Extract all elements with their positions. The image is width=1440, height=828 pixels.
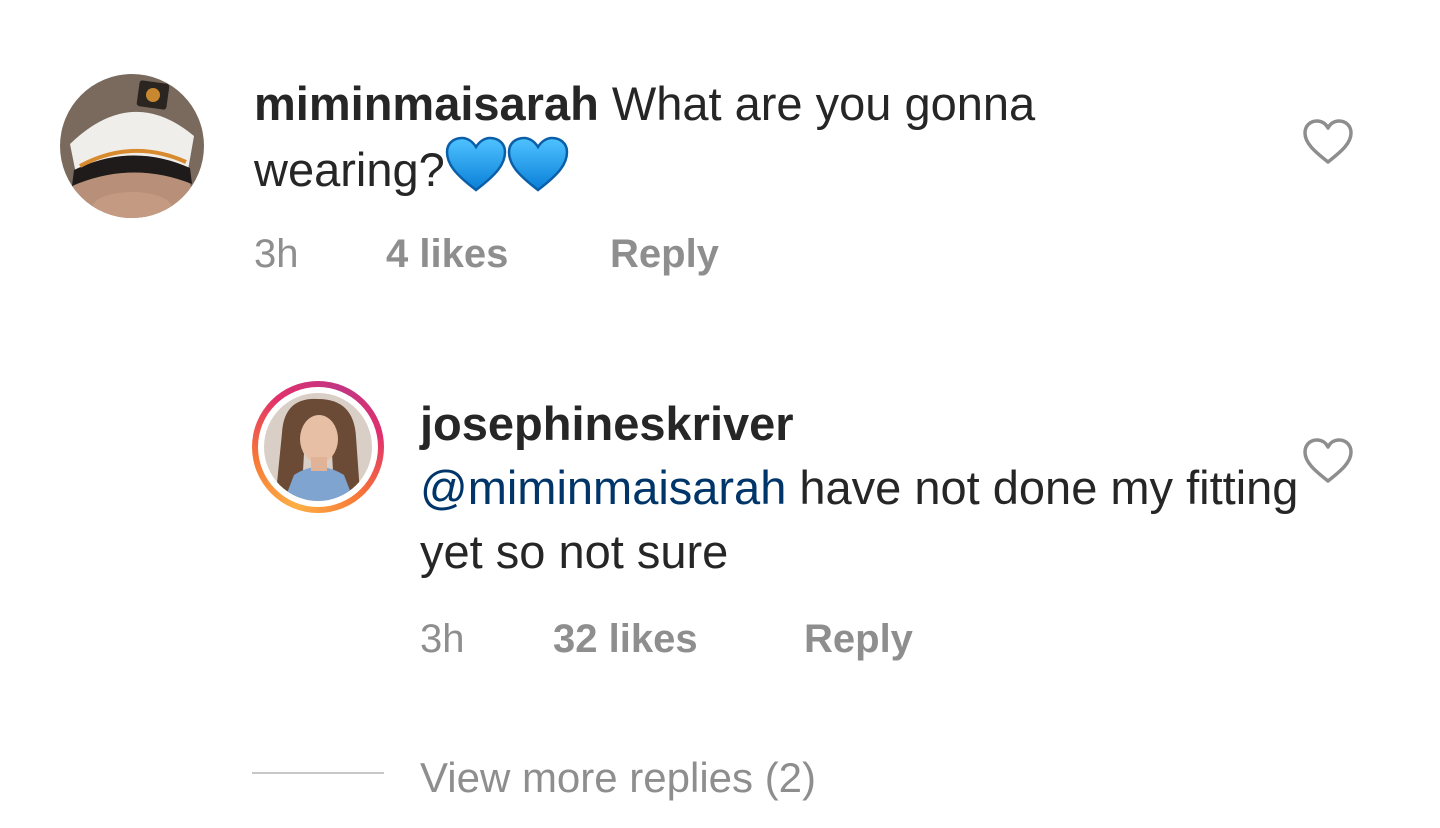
divider-line xyxy=(252,772,384,774)
reply-text: @miminmaisarah have not done my fitting … xyxy=(420,456,1300,584)
story-ring[interactable] xyxy=(252,381,384,513)
comment-likes[interactable]: 4 likes xyxy=(386,229,508,279)
reply-button[interactable]: Reply xyxy=(804,614,913,664)
comment-text: miminmaisarah What are you gonna wearing… xyxy=(254,72,1234,202)
avatar[interactable] xyxy=(264,393,372,501)
reply-username[interactable]: josephineskriver xyxy=(420,392,794,456)
like-heart-icon[interactable] xyxy=(1302,118,1354,166)
avatar[interactable] xyxy=(60,74,204,218)
reply-meta: 3h 32 likes Reply xyxy=(420,614,1020,664)
avatar-photo xyxy=(264,393,372,501)
reply-likes[interactable]: 32 likes xyxy=(553,614,698,664)
comment-username[interactable]: miminmaisarah xyxy=(254,77,599,130)
mention-link[interactable]: @miminmaisarah xyxy=(420,461,786,514)
view-more-replies-button[interactable]: View more replies (2) xyxy=(420,751,816,805)
blue-heart-emoji-icon xyxy=(445,136,506,192)
comment-time: 3h xyxy=(254,232,299,276)
reply-time: 3h xyxy=(420,617,465,661)
reply-button[interactable]: Reply xyxy=(610,229,719,279)
like-heart-icon[interactable] xyxy=(1302,437,1354,485)
avatar-photo xyxy=(60,74,204,218)
blue-heart-emoji-icon xyxy=(507,136,568,192)
comment-meta: 3h 4 likes Reply xyxy=(254,229,854,279)
